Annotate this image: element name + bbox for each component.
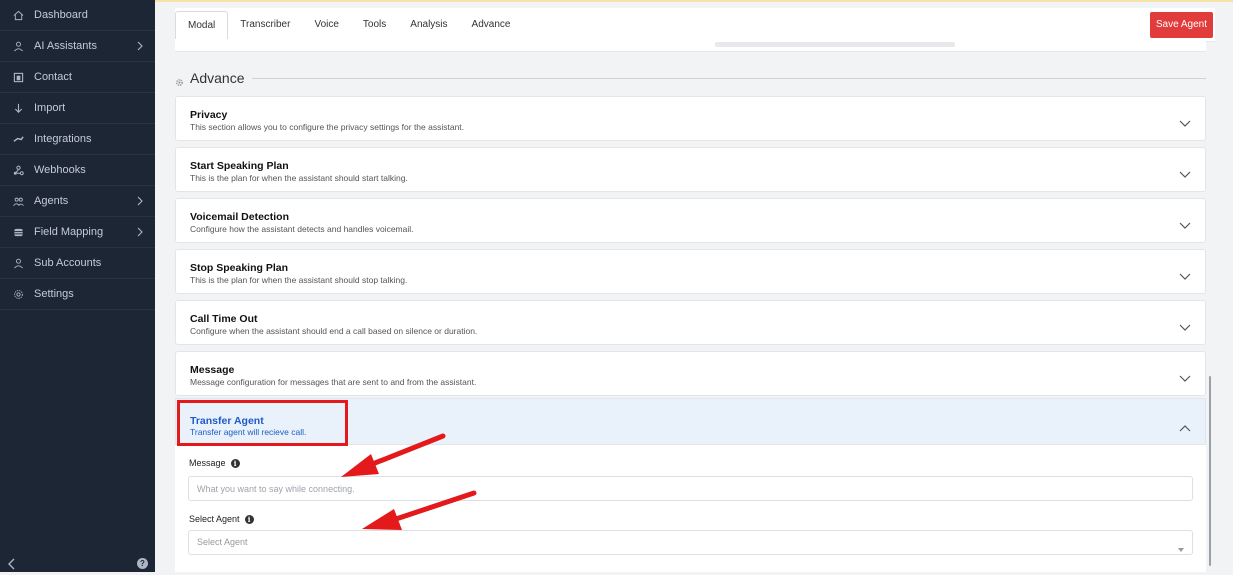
sidebar-item-settings[interactable]: Settings xyxy=(0,279,155,310)
sidebar-item-label: Settings xyxy=(34,288,74,300)
sidebar-item-label: AI Assistants xyxy=(34,40,97,52)
sidebar-item-ai-assistants[interactable]: AI Assistants xyxy=(0,31,155,62)
tab-analysis[interactable]: Analysis xyxy=(398,11,459,39)
accordion-description: This is the plan for when the assistant … xyxy=(190,275,408,285)
main-content: Advance Privacy This section allows you t… xyxy=(175,41,1215,572)
chevron-down-icon[interactable] xyxy=(1179,166,1191,178)
sidebar-item-label: Contact xyxy=(34,71,72,83)
accordion-title: Call Time Out xyxy=(190,313,258,325)
tab-transcriber[interactable]: Transcriber xyxy=(228,11,302,39)
sidebar: Dashboard AI Assistants Contact Import Integ… xyxy=(0,0,155,572)
collapse-sidebar-icon[interactable] xyxy=(7,557,17,570)
webhook-icon xyxy=(12,164,24,176)
accordion-call-time-out[interactable]: Call Time Out Configure when the assistan… xyxy=(175,300,1206,345)
chevron-up-icon[interactable] xyxy=(1179,419,1191,432)
accordion-message[interactable]: Message Message configuration for message… xyxy=(175,351,1206,396)
accordion-start-speaking-plan[interactable]: Start Speaking Plan This is the plan for … xyxy=(175,147,1206,192)
user-icon xyxy=(12,40,24,52)
save-agent-button[interactable]: Save Agent xyxy=(1149,12,1213,38)
sidebar-item-label: Agents xyxy=(34,195,69,207)
scrollbar[interactable] xyxy=(1209,376,1211,566)
sidebar-item-label: Field Mapping xyxy=(34,226,104,238)
sidebar-item-label: Import xyxy=(34,102,66,114)
accordion-privacy[interactable]: Privacy This section allows you to config… xyxy=(175,96,1206,141)
select-agent-label: Select Agent i xyxy=(189,514,254,524)
accordion-stop-speaking-plan[interactable]: Stop Speaking Plan This is the plan for w… xyxy=(175,249,1206,294)
section-header: Advance xyxy=(175,69,1206,87)
sidebar-item-dashboard[interactable]: Dashboard xyxy=(0,0,155,31)
message-label: Message i xyxy=(189,458,240,468)
select-agent-placeholder: Select Agent xyxy=(197,537,248,547)
accordion-title: Voicemail Detection xyxy=(190,211,290,223)
sidebar-item-integrations[interactable]: Integrations xyxy=(0,124,155,155)
tab-voice[interactable]: Voice xyxy=(302,11,350,39)
gear-icon xyxy=(12,288,24,300)
chevron-down-icon xyxy=(1178,539,1184,552)
users-icon xyxy=(12,195,24,207)
select-agent-label-text: Select Agent xyxy=(189,514,240,524)
notice-bar xyxy=(155,0,1233,2)
accordion-description: Configure how the assistant detects and … xyxy=(190,224,414,234)
chevron-down-icon[interactable] xyxy=(1179,370,1191,382)
sidebar-item-agents[interactable]: Agents xyxy=(0,186,155,217)
editor-header: Modal Transcriber Voice Tools Analysis Advanc… xyxy=(175,8,1215,42)
gear-icon xyxy=(175,74,184,86)
accordion-title: Privacy xyxy=(190,109,228,121)
sidebar-footer: ? xyxy=(0,554,155,572)
tab-bar: Modal Transcriber Voice Tools Analysis Advanc… xyxy=(175,11,522,39)
info-icon[interactable]: i xyxy=(244,514,254,524)
message-label-text: Message xyxy=(189,458,226,468)
chevron-down-icon[interactable] xyxy=(1179,217,1191,229)
info-icon[interactable]: i xyxy=(230,458,240,468)
transfer-agent-panel: Transfer Agent Transfer agent will recie… xyxy=(175,398,1206,572)
chevron-down-icon[interactable] xyxy=(1179,319,1191,331)
sidebar-item-label: Webhooks xyxy=(34,164,86,176)
section-title: Advance xyxy=(190,70,245,86)
sidebar-item-sub-accounts[interactable]: Sub Accounts xyxy=(0,248,155,279)
tab-advance[interactable]: Advance xyxy=(460,11,523,39)
user-icon xyxy=(12,257,24,269)
sidebar-item-import[interactable]: Import xyxy=(0,93,155,124)
home-icon xyxy=(12,9,24,21)
sidebar-item-webhooks[interactable]: Webhooks xyxy=(0,155,155,186)
select-agent-dropdown[interactable]: Select Agent xyxy=(188,530,1193,555)
accordion-description: This section allows you to configure the… xyxy=(190,122,465,132)
divider xyxy=(252,77,1206,79)
sidebar-item-label: Integrations xyxy=(34,133,92,145)
accordion-voicemail-detection[interactable]: Voicemail Detection Configure how the ass… xyxy=(175,198,1206,243)
previous-section-strip xyxy=(175,41,1206,52)
database-icon xyxy=(12,226,24,238)
chevron-right-icon xyxy=(136,40,144,52)
accordion-title: Stop Speaking Plan xyxy=(190,262,289,274)
sidebar-item-contact[interactable]: Contact xyxy=(0,62,155,93)
accordion-description: Message configuration for messages that … xyxy=(190,377,477,387)
contact-icon xyxy=(12,71,24,83)
accordion-description: Configure when the assistant should end … xyxy=(190,326,478,336)
sidebar-item-field-mapping[interactable]: Field Mapping xyxy=(0,217,155,248)
tab-modal[interactable]: Modal xyxy=(175,11,229,39)
annotation-highlight-box xyxy=(177,400,348,446)
sidebar-item-label: Sub Accounts xyxy=(34,257,102,269)
chevron-right-icon xyxy=(136,195,144,207)
help-icon[interactable]: ? xyxy=(137,558,148,569)
chevron-right-icon xyxy=(136,226,144,238)
tab-tools[interactable]: Tools xyxy=(351,11,398,39)
plug-icon xyxy=(12,133,24,145)
sidebar-item-label: Dashboard xyxy=(34,9,88,21)
accordion-description: This is the plan for when the assistant … xyxy=(190,173,408,183)
chevron-down-icon[interactable] xyxy=(1179,268,1191,280)
chevron-down-icon[interactable] xyxy=(1179,115,1191,127)
accordion-title: Message xyxy=(190,364,235,376)
import-icon xyxy=(12,102,24,114)
accordion-title: Start Speaking Plan xyxy=(190,160,289,172)
message-input[interactable] xyxy=(188,476,1193,501)
